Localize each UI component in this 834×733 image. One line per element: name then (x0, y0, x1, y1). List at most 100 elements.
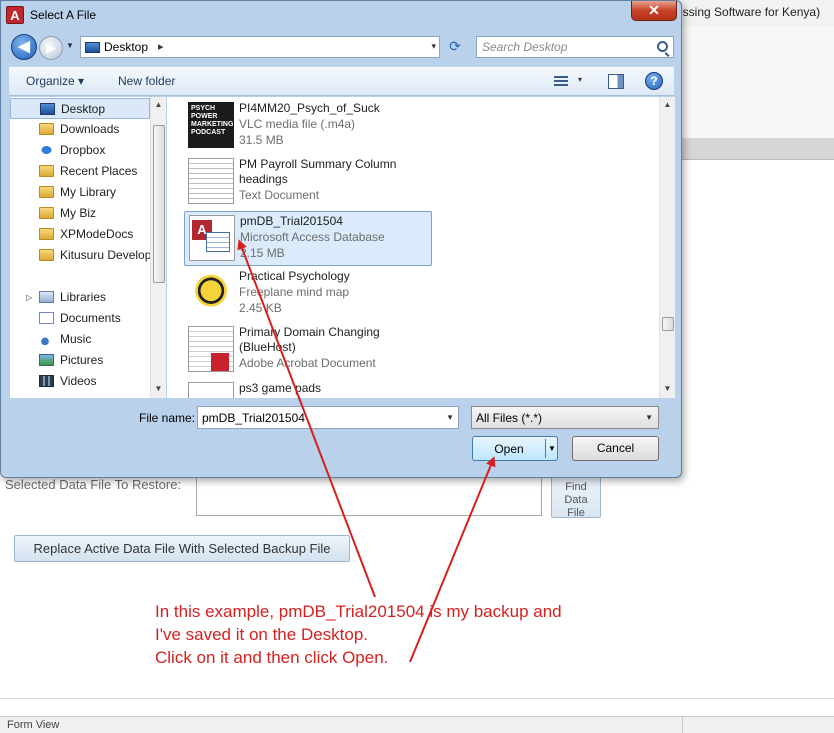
nav-item-dropbox[interactable]: Dropbox (10, 140, 150, 161)
file-size: 2.15 MB (240, 246, 285, 260)
desktop-icon (40, 103, 55, 115)
access-app-icon: A (6, 6, 24, 24)
nav-item-label: XPModeDocs (60, 227, 134, 241)
nav-item-label: Downloads (60, 122, 120, 136)
nav-item-my-biz[interactable]: My Biz (10, 203, 150, 224)
scroll-thumb[interactable] (662, 317, 674, 331)
file-name: Practical Psychology (239, 269, 350, 283)
file-name: PM Payroll Summary Column headings (239, 157, 397, 186)
file-name-input[interactable]: pmDB_Trial201504 ▼ (197, 406, 459, 429)
scroll-up-icon[interactable]: ▲ (151, 97, 166, 113)
file-type: VLC media file (.m4a) (239, 117, 356, 131)
dialog-title-bar[interactable]: A Select A File ✕ (1, 1, 681, 31)
file-item-primary-domain[interactable]: Primary Domain Changing (BlueHost) Adobe… (184, 323, 432, 378)
search-input[interactable]: Search Desktop (476, 36, 674, 58)
organize-menu[interactable]: Organize ▾ (26, 74, 84, 88)
nav-item-videos[interactable]: Videos (10, 371, 150, 392)
nav-item-kitusuru-develop[interactable]: Kitusuru Develop (10, 245, 150, 266)
nav-item-desktop[interactable]: Desktop (10, 98, 150, 119)
access-database-icon: A (189, 215, 235, 261)
nav-item-label: Desktop (61, 102, 106, 116)
change-view-icon[interactable] (554, 74, 570, 88)
expand-arrow-icon[interactable]: ▷ (26, 293, 32, 302)
folder-icon (39, 165, 54, 177)
file-type-filter[interactable]: All Files (*.*) ▼ (471, 406, 659, 429)
chevron-down-icon[interactable]: ▼ (645, 413, 653, 422)
file-type: Freeplane mind map (239, 285, 350, 299)
scroll-down-icon[interactable]: ▼ (151, 381, 166, 397)
desktop-icon (85, 42, 100, 53)
file-size: 2.45 KB (239, 301, 282, 315)
open-button[interactable]: Open ▼ (472, 436, 558, 461)
nav-item-downloads[interactable]: Downloads (10, 119, 150, 140)
file-name-value: pmDB_Trial201504 (202, 411, 305, 425)
file-type: Adobe Acrobat Document (239, 356, 376, 370)
nav-item-libraries[interactable]: ▷ Libraries (10, 287, 150, 308)
nav-item-my-library[interactable]: My Library (10, 182, 150, 203)
file-name-label: File name: (139, 411, 196, 425)
file-item-pmdb-trial201504[interactable]: A pmDB_Trial201504 Microsoft Access Data… (184, 211, 432, 266)
address-bar[interactable]: Desktop ▸ ▾ (80, 36, 440, 58)
refresh-icon[interactable]: ⟳ (444, 36, 466, 58)
search-icon[interactable] (657, 41, 668, 52)
folder-icon (39, 207, 54, 219)
close-button[interactable]: ✕ (631, 1, 677, 21)
file-size: 31.5 MB (239, 133, 284, 147)
videos-icon (39, 375, 54, 387)
form-footer-divider (0, 698, 834, 699)
preview-pane-icon[interactable] (608, 74, 624, 89)
file-name: Primary Domain Changing (BlueHost) (239, 325, 380, 354)
address-location[interactable]: Desktop (104, 40, 148, 54)
nav-item-pictures[interactable]: Pictures (10, 350, 150, 371)
folder-icon (39, 186, 54, 198)
command-toolbar: Organize ▾ New folder ▾ ? (9, 66, 674, 96)
chevron-down-icon[interactable]: ▼ (446, 413, 454, 422)
help-icon[interactable]: ? (645, 72, 663, 90)
navigation-pane: Desktop Downloads Dropbox Recent Places … (10, 97, 166, 398)
scroll-thumb[interactable] (153, 125, 165, 283)
folder-icon (39, 228, 54, 240)
chevron-right-icon[interactable]: ▸ (158, 40, 164, 53)
nav-pane-scrollbar[interactable]: ▲ ▼ (150, 97, 166, 398)
find-data-file-button[interactable]: Find Data File (551, 472, 601, 519)
background-form-header-bar (680, 138, 834, 160)
restore-file-textbox[interactable] (196, 474, 542, 516)
split-divider (545, 439, 546, 458)
scroll-down-icon[interactable]: ▼ (660, 381, 675, 397)
cancel-button[interactable]: Cancel (572, 436, 659, 461)
nav-item-label: Libraries (60, 290, 107, 304)
replace-data-file-button[interactable]: Replace Active Data File With Selected B… (14, 535, 350, 562)
view-options-dropdown-icon[interactable]: ▾ (578, 75, 582, 84)
file-item-pm-payroll[interactable]: PM Payroll Summary Column headings Text … (184, 155, 432, 210)
file-type: Text Document (239, 188, 320, 202)
forward-arrow-icon[interactable]: ▶ (39, 36, 63, 60)
open-options-dropdown-icon[interactable]: ▼ (548, 444, 556, 453)
chevron-down-icon[interactable]: ▾ (431, 41, 436, 52)
table-grid-icon (206, 232, 230, 252)
scroll-up-icon[interactable]: ▲ (660, 97, 675, 113)
nav-item-label: My Biz (60, 206, 96, 220)
nav-item-music[interactable]: Music (10, 329, 150, 350)
nav-item-label: Documents (60, 311, 121, 325)
file-type: Microsoft Access Database (240, 230, 385, 244)
file-item-pi4mm20[interactable]: PSYCH POWER MARKETING PODCAST PI4MM20_Ps… (184, 99, 432, 154)
file-name: ps3 game pads (239, 381, 322, 395)
open-button-label: Open (494, 442, 524, 456)
file-item-ps3-game-pads[interactable]: ps3 game pads (184, 379, 432, 398)
recent-locations-dropdown-icon[interactable]: ▼ (66, 41, 74, 50)
file-list-scrollbar[interactable]: ▲ ▼ (659, 97, 675, 398)
file-type-filter-value: All Files (*.*) (476, 411, 543, 425)
annotation-line: Click on it and then click Open. (155, 648, 389, 667)
back-arrow-icon[interactable]: ◀ (11, 34, 37, 60)
document-icon (39, 312, 54, 324)
status-separator (682, 717, 683, 733)
nav-item-documents[interactable]: Documents (10, 308, 150, 329)
new-folder-button[interactable]: New folder (118, 74, 175, 88)
annotation-line: In this example, pmDB_Trial201504 is my … (155, 602, 562, 621)
nav-item-recent-places[interactable]: Recent Places (10, 161, 150, 182)
nav-item-xpmodedocs[interactable]: XPModeDocs (10, 224, 150, 245)
nav-item-label: Music (60, 332, 92, 346)
file-item-practical-psychology[interactable]: Practical Psychology Freeplane mind map … (184, 267, 432, 322)
nav-item-label: Videos (60, 374, 97, 388)
file-name: pmDB_Trial201504 (240, 214, 343, 228)
